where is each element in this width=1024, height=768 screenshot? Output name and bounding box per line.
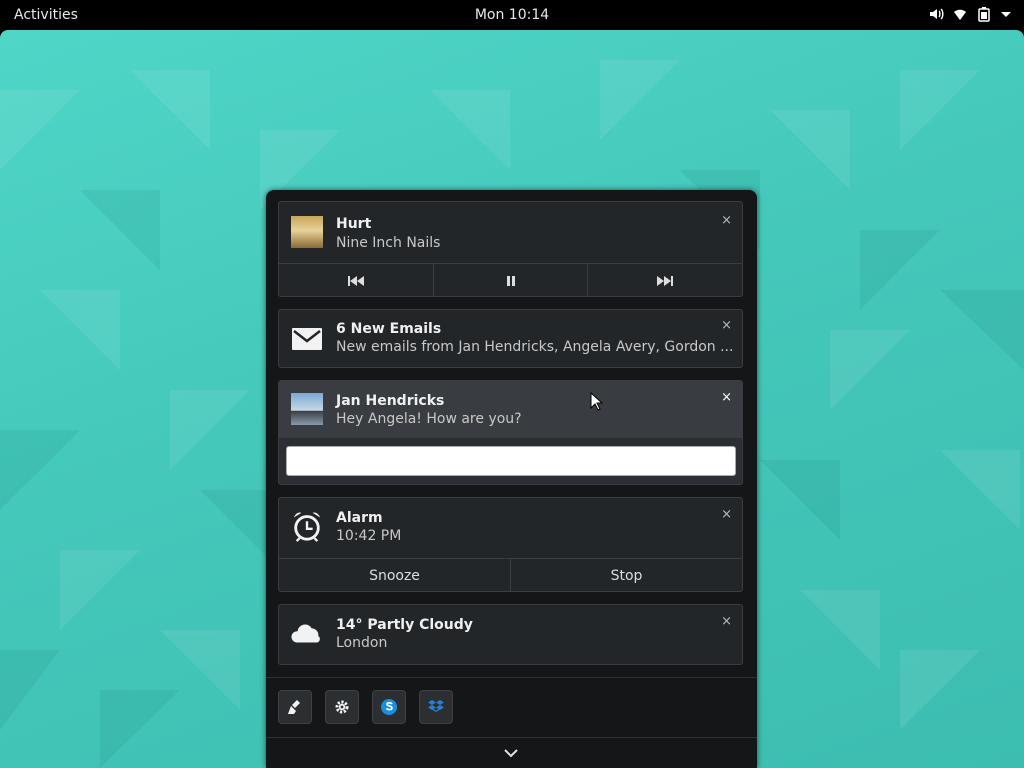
previous-button[interactable]: [279, 264, 434, 297]
email-title: 6 New Emails: [336, 321, 442, 337]
dropbox-icon: [428, 700, 444, 712]
clean-icon: [288, 700, 300, 714]
settings-gear-icon: [335, 700, 349, 714]
skype-app-button[interactable]: [372, 690, 406, 724]
chat-sender: Jan Hendricks: [336, 393, 445, 409]
system-tray[interactable]: [928, 6, 1012, 22]
chat-notification[interactable]: Jan Hendricks Hey Angela! How are you? ×: [278, 380, 743, 485]
alarm-actions: Snooze Stop: [279, 559, 742, 592]
close-icon[interactable]: ×: [721, 319, 732, 332]
battery-icon[interactable]: [976, 6, 992, 22]
settings-app-button[interactable]: [325, 690, 359, 724]
mail-icon: [292, 328, 322, 350]
pause-icon: [506, 275, 515, 286]
wifi-icon[interactable]: [952, 6, 968, 22]
top-bar: Activities Mon 10:14: [0, 0, 1024, 30]
alarm-notification[interactable]: Alarm 10:42 PM × Snooze Stop: [278, 497, 743, 592]
close-icon[interactable]: ×: [721, 615, 732, 628]
weather-notification[interactable]: 14° Partly Cloudy London ×: [278, 604, 743, 665]
volume-icon[interactable]: [928, 6, 944, 22]
dropbox-app-button[interactable]: [419, 690, 453, 724]
weather-title: 14° Partly Cloudy: [336, 617, 473, 633]
close-icon[interactable]: ×: [721, 214, 732, 227]
message-tray: Hurt Nine Inch Nails × 6 New Emails New …: [266, 190, 757, 768]
clean-app-button[interactable]: [278, 690, 312, 724]
expand-button[interactable]: [502, 744, 520, 763]
skype-icon: [381, 699, 397, 715]
music-notification[interactable]: Hurt Nine Inch Nails ×: [278, 201, 743, 297]
contact-avatar: [291, 393, 323, 425]
media-controls: [279, 264, 742, 297]
menu-arrow-icon[interactable]: [1000, 6, 1012, 22]
alarm-title: Alarm: [336, 510, 383, 526]
chat-header: [279, 381, 742, 438]
weather-location: London: [336, 635, 388, 651]
next-button[interactable]: [588, 264, 742, 297]
alarm-time: 10:42 PM: [336, 528, 402, 544]
close-icon[interactable]: ×: [721, 391, 732, 404]
clock[interactable]: Mon 10:14: [0, 7, 1024, 23]
pause-button[interactable]: [434, 264, 589, 297]
close-icon[interactable]: ×: [721, 508, 732, 521]
snooze-button[interactable]: Snooze: [279, 559, 511, 592]
chat-message: Hey Angela! How are you?: [336, 411, 522, 427]
email-body: New emails from Jan Hendricks, Angela Av…: [336, 339, 734, 355]
alarm-clock-icon: [293, 512, 321, 542]
dock-separator: [266, 677, 757, 678]
chevron-down-icon: [504, 749, 518, 758]
email-notification[interactable]: 6 New Emails New emails from Jan Hendric…: [278, 309, 743, 368]
mouse-pointer-icon: [590, 392, 604, 411]
music-title: Hurt: [336, 216, 372, 232]
next-track-icon: [657, 275, 674, 286]
cloud-icon: [291, 624, 320, 643]
music-artist: Nine Inch Nails: [336, 235, 441, 251]
stop-button[interactable]: Stop: [511, 559, 742, 592]
reply-input[interactable]: [286, 446, 736, 476]
album-art: [291, 216, 323, 248]
previous-track-icon: [347, 275, 364, 286]
dock-separator: [266, 737, 757, 738]
